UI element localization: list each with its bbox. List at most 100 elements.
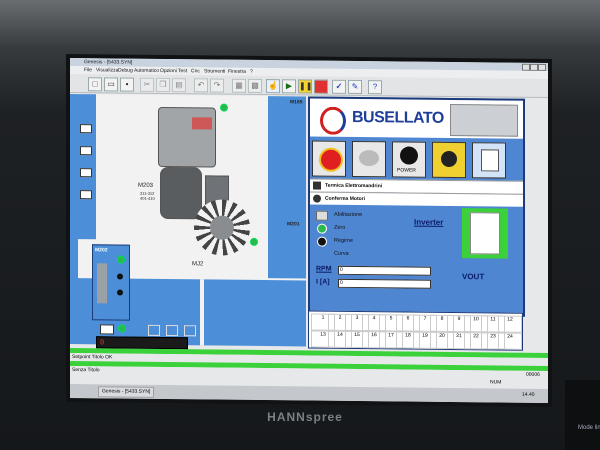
- reset-button[interactable]: [352, 140, 386, 178]
- control-panel: BUSELLATO POWER Termica Elettromandrini …: [308, 96, 525, 317]
- rpm-label: RPM: [316, 265, 332, 273]
- conferma-icon: [313, 194, 321, 203]
- vout-label: VOUT: [462, 272, 485, 282]
- redo-icon[interactable]: ↷: [210, 78, 224, 93]
- m202-indicator-2: [117, 289, 123, 296]
- machine-motor-m203[interactable]: [160, 166, 202, 220]
- inverter-frame[interactable]: [462, 208, 508, 259]
- synoptic-panel: M165 M201 M203 311-312 401-410 MJ2 M202: [70, 94, 306, 350]
- copy-icon[interactable]: ❐: [156, 77, 170, 93]
- inverter-icon: [470, 212, 500, 255]
- machine-head-top[interactable]: [158, 106, 216, 168]
- tool-icon[interactable]: ▩: [248, 78, 262, 94]
- abilitazione-label: Abilitazione: [334, 211, 363, 219]
- counter-display: 0: [96, 336, 188, 350]
- printer-icon[interactable]: [100, 324, 114, 335]
- status-text-2: Senza Titolo: [72, 367, 100, 374]
- pin-icon[interactable]: ✎: [348, 79, 362, 95]
- new-file-icon[interactable]: □: [88, 77, 102, 92]
- undo-icon[interactable]: ↶: [194, 78, 208, 93]
- m202-panel: M202: [92, 244, 130, 321]
- sensor-icon-3[interactable]: [80, 168, 92, 178]
- menu-help[interactable]: ?: [250, 69, 253, 75]
- side-device: Mode lin: [565, 380, 600, 450]
- menu-test[interactable]: Test: [178, 68, 187, 74]
- red-component: [192, 117, 212, 130]
- grid-cell[interactable]: 24: [498, 332, 522, 350]
- conferma-label: Conferma Motori: [325, 195, 365, 203]
- current-label: I [A]: [316, 278, 330, 286]
- label-m202: M202: [95, 247, 108, 254]
- termica-icon: [313, 181, 321, 190]
- taskbar-app-label: Genesis - [5433.SYN]: [102, 388, 151, 395]
- regime-label: Regime: [334, 237, 353, 244]
- save-icon[interactable]: ▪: [120, 77, 134, 92]
- sensor-icon-1[interactable]: [80, 124, 92, 134]
- pause-icon[interactable]: ❚❚: [298, 79, 312, 94]
- current-field[interactable]: 0: [338, 278, 431, 289]
- status-led-top: [220, 103, 228, 112]
- check-icon[interactable]: ✓: [332, 79, 346, 94]
- label-mj2: MJ2: [192, 261, 204, 268]
- monitor-brand: HANNspree: [267, 410, 343, 424]
- counter-value: 0: [100, 338, 105, 347]
- small-tool-icon-2[interactable]: [166, 325, 178, 337]
- paste-icon[interactable]: ▤: [172, 78, 186, 93]
- window-title: Genesis - [5433.SYN]: [84, 59, 133, 66]
- label-m201: M201: [287, 221, 300, 228]
- status-led-carousel: [250, 237, 258, 246]
- stop-icon[interactable]: ■: [314, 79, 328, 94]
- status-text-1: Setpoint Titolo OK: [72, 354, 113, 361]
- reset-icon: [359, 150, 379, 167]
- busellato-mark-icon: [320, 106, 346, 135]
- left-frame: [70, 94, 78, 345]
- m202-led: [117, 255, 125, 264]
- label-m165: M165: [290, 99, 303, 106]
- conferma-row: Conferma Motori: [310, 191, 523, 207]
- help-icon[interactable]: ?: [368, 80, 382, 95]
- menu-automatico[interactable]: Automatico: [134, 68, 159, 74]
- rpm-field[interactable]: 0: [338, 265, 431, 276]
- m202-indicator-1: [117, 273, 123, 280]
- menu-visualizza[interactable]: Visualizza: [96, 67, 118, 73]
- zero-label: Zero: [334, 224, 346, 231]
- sensor-icon-2[interactable]: [80, 146, 92, 156]
- regime-indicator: [317, 236, 327, 247]
- start-button[interactable]: [432, 141, 466, 179]
- screen: Genesis - [5433.SYN] File Visualizza Deb…: [70, 58, 548, 404]
- status-right-value: 00006: [526, 371, 540, 378]
- cut-icon[interactable]: ✂: [140, 77, 154, 92]
- menu-strumenti[interactable]: Strumenti: [204, 68, 225, 74]
- termica-label: Termica Elettromandrini: [325, 182, 383, 190]
- power-label: POWER: [397, 167, 416, 174]
- menu-finestra[interactable]: Finestra: [228, 69, 246, 75]
- menu-debug[interactable]: Debug: [118, 68, 133, 74]
- switch-button[interactable]: [472, 142, 506, 179]
- menu-cnc[interactable]: Cnc: [191, 68, 200, 74]
- side-device-label: Mode lin: [578, 425, 600, 431]
- divider-line: [200, 279, 204, 346]
- cylinder-icon[interactable]: [97, 263, 107, 304]
- inverter-label: Inverter: [414, 217, 444, 227]
- emergency-button[interactable]: [312, 140, 346, 177]
- right-blue-area: [268, 96, 306, 279]
- grid-cell[interactable]: 12: [498, 315, 522, 333]
- station-grid: 1 2 3 4 5 6 7 8 9 10 11 12 13 14 15 16 1…: [308, 310, 523, 351]
- small-tool-icon-1[interactable]: [148, 324, 160, 336]
- hand-icon[interactable]: ☝: [266, 79, 280, 94]
- switch-icon: [481, 149, 499, 172]
- menu-file[interactable]: File: [84, 67, 92, 73]
- grid-icon[interactable]: ▦: [232, 78, 246, 93]
- start-icon: [441, 150, 457, 168]
- taskbar-app-button[interactable]: Genesis - [5433.SYN]: [98, 386, 155, 398]
- maximize-button[interactable]: [530, 63, 538, 71]
- play-icon[interactable]: ▶: [282, 79, 296, 94]
- sensor-icon-4[interactable]: [80, 190, 92, 200]
- menu-opzioni[interactable]: Opzioni: [160, 68, 177, 74]
- small-tool-icon-3[interactable]: [184, 325, 196, 337]
- open-folder-icon[interactable]: ▭: [104, 77, 118, 92]
- printer-led: [118, 324, 126, 333]
- power-button[interactable]: POWER: [392, 141, 426, 178]
- abilitazione-checkbox[interactable]: [316, 210, 328, 221]
- num-indicator: NUM: [490, 379, 502, 386]
